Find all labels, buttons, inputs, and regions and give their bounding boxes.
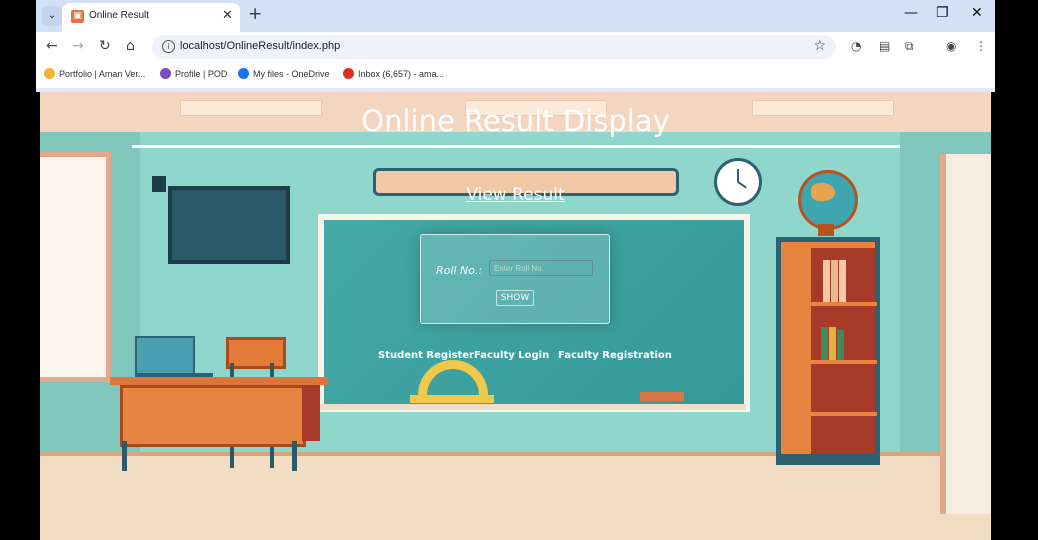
pod-favicon-icon (160, 68, 171, 79)
close-window-icon[interactable]: ✕ (971, 5, 983, 21)
book (839, 260, 846, 302)
tab-online-result[interactable]: ▣ Online Result ✕ (62, 3, 240, 32)
forward-arrow-icon[interactable]: → (72, 38, 84, 54)
book (831, 260, 838, 302)
bookmark-onedrive[interactable]: My files - OneDrive (238, 68, 330, 79)
show-button[interactable]: SHOW (496, 290, 534, 306)
teacher-desk-top (110, 377, 328, 385)
bookshelf-base (776, 459, 880, 465)
home-icon[interactable]: ⌂ (126, 38, 135, 54)
tab-search-dropdown-icon[interactable]: ⌄ (42, 6, 62, 26)
faculty-registration-link[interactable]: Faculty Registration (558, 350, 672, 361)
classroom-floor (40, 452, 991, 540)
bookmark-portfolio[interactable]: Portfolio | Aman Ver... (44, 68, 145, 79)
bookmark-star-icon[interactable]: ☆ (813, 38, 826, 54)
title-divider (132, 145, 900, 148)
bookmarks-bar: Portfolio | Aman Ver... Profile | POD My… (36, 62, 995, 88)
shelf-board (809, 360, 877, 364)
eraser-icon (640, 392, 684, 401)
bookmark-label: Inbox (6,657) - ama... (358, 69, 445, 79)
desk-leg (292, 441, 297, 471)
gmail-icon (343, 68, 354, 79)
chalkboard-tray (310, 404, 746, 410)
minimize-icon[interactable]: — (904, 5, 918, 21)
page-title: Online Result Display (361, 104, 670, 138)
browser-toolbar: ← → ↻ ⌂ i localhost/OnlineResult/index.p… (36, 32, 995, 62)
bookmark-label: My files - OneDrive (253, 69, 330, 79)
browser-window: ⌄ ▣ Online Result ✕ + — ❐ ✕ ← → ↻ ⌂ i lo… (36, 0, 995, 92)
book (837, 330, 844, 360)
roll-number-form: Roll No.: SHOW (420, 234, 610, 324)
page-viewport: Online Result Display View Result Roll N… (40, 92, 991, 540)
chair-back (226, 337, 286, 369)
view-result-link[interactable]: View Result (40, 185, 991, 205)
profile-avatar-icon[interactable]: ◉ (946, 39, 956, 53)
bookmark-inbox[interactable]: Inbox (6,657) - ama... (343, 68, 444, 79)
bookmark-label: Portfolio | Aman Ver... (59, 69, 146, 79)
teacher-desk-side (302, 385, 320, 441)
teacher-desk (120, 385, 306, 447)
tab-bar: ⌄ ▣ Online Result ✕ + — ❐ ✕ (36, 0, 995, 32)
url-text[interactable]: localhost/OnlineResult/index.php (180, 40, 340, 52)
roll-number-label: Roll No.: (436, 264, 483, 277)
book (823, 260, 830, 302)
bookmark-profile[interactable]: Profile | POD (160, 68, 227, 79)
performance-icon[interactable]: ◔ (851, 39, 861, 53)
protractor-base (410, 395, 494, 403)
close-tab-icon[interactable]: ✕ (222, 8, 233, 23)
tab-title: Online Result (89, 10, 150, 21)
bookshelf (776, 237, 880, 459)
shelf-board (809, 302, 877, 306)
site-info-icon[interactable]: i (162, 40, 175, 53)
faculty-login-link[interactable]: Faculty Login (474, 350, 549, 361)
reading-list-icon[interactable]: ▤ (879, 39, 890, 53)
new-tab-icon[interactable]: + (248, 4, 262, 24)
address-bar[interactable]: i localhost/OnlineResult/index.php ☆ (152, 35, 836, 59)
back-arrow-icon[interactable]: ← (46, 38, 58, 54)
portfolio-favicon-icon (44, 68, 55, 79)
onedrive-cloud-icon (238, 68, 249, 79)
laptop-icon (135, 336, 195, 378)
menu-kebab-icon[interactable]: ⋮ (975, 39, 987, 53)
bookmark-label: Profile | POD (175, 69, 228, 79)
classroom-door (940, 154, 991, 514)
globe-stand (818, 224, 834, 236)
extensions-icon[interactable]: ⧉ (905, 39, 914, 54)
reload-icon[interactable]: ↻ (99, 38, 111, 54)
student-register-link[interactable]: Student Register (378, 350, 474, 361)
roll-number-input[interactable] (489, 260, 593, 276)
restore-icon[interactable]: ❐ (936, 5, 949, 21)
desk-leg (122, 441, 127, 471)
book (829, 327, 836, 360)
site-favicon-icon: ▣ (71, 10, 84, 23)
book (821, 327, 828, 360)
shelf-board (809, 412, 877, 416)
